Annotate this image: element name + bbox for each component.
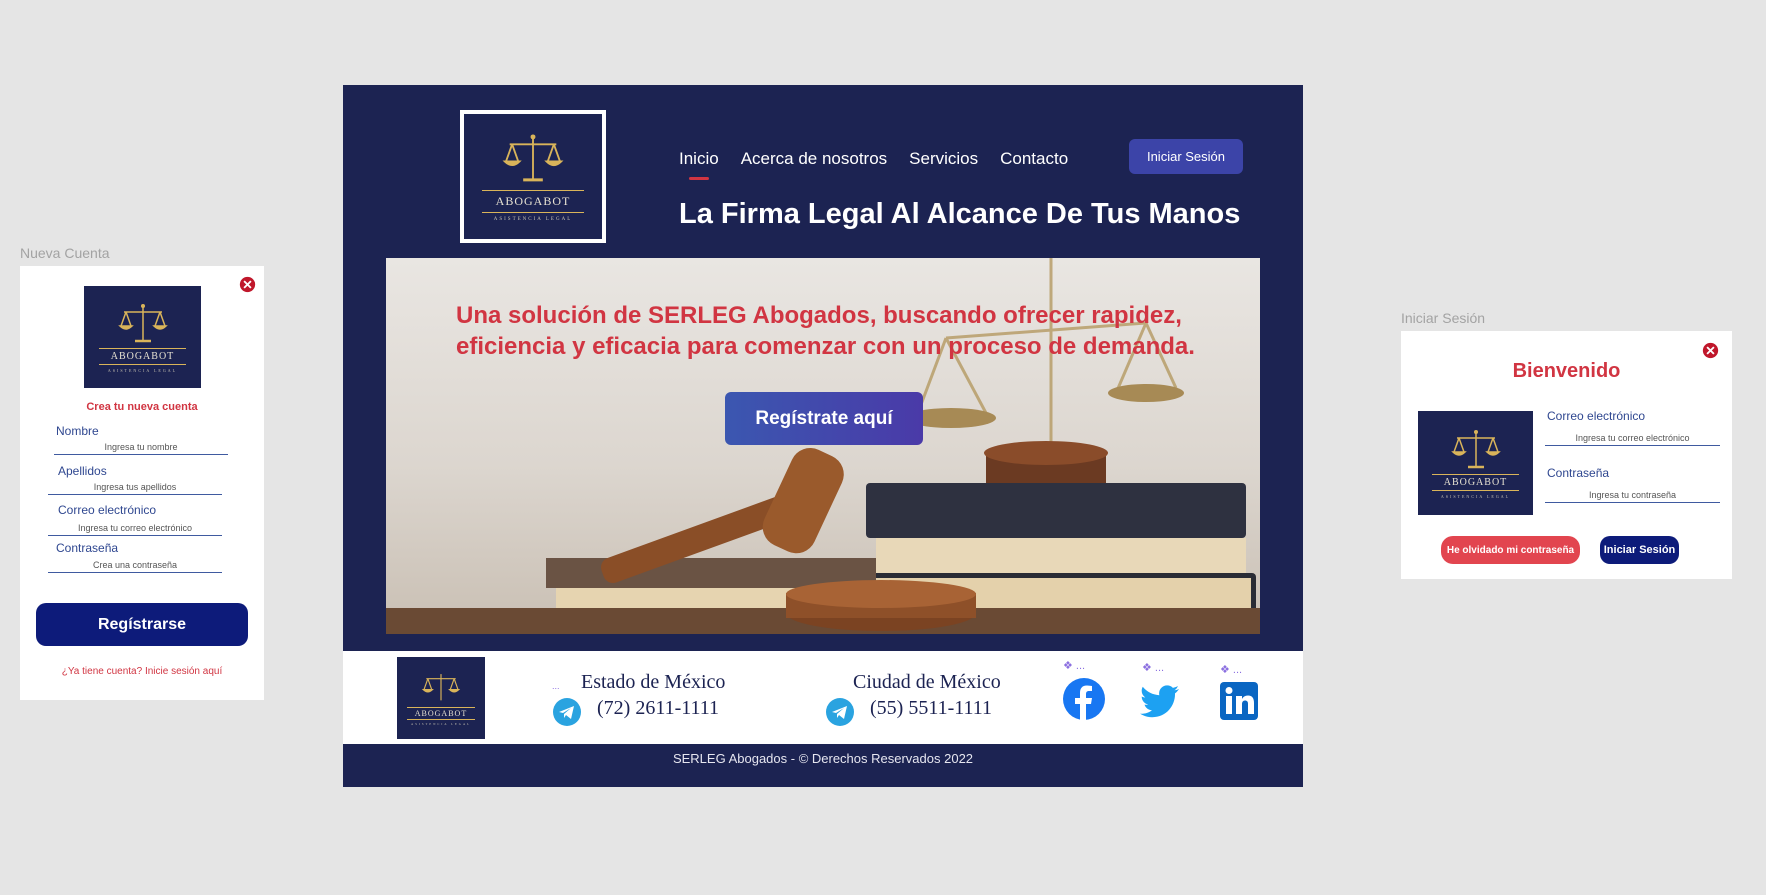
- location-estado-mexico: Estado de México: [581, 671, 726, 693]
- header-login-button[interactable]: Iniciar Sesión: [1129, 139, 1243, 174]
- scales-icon: [117, 303, 168, 342]
- surname-field[interactable]: [48, 479, 222, 495]
- logo-subtitle: ASISTENCIA LEGAL: [493, 216, 573, 222]
- nav-item-contacto[interactable]: Contacto: [1000, 149, 1068, 169]
- component-marker: ❖ ...: [1142, 662, 1165, 674]
- password-label: Contraseña: [56, 541, 119, 555]
- copyright: SERLEG Abogados - © Derechos Reservados …: [672, 751, 974, 766]
- telegram-icon: [826, 698, 854, 726]
- logo: ABOGABOT ASISTENCIA LEGAL: [84, 286, 201, 388]
- close-icon[interactable]: [1702, 342, 1719, 359]
- facebook-icon[interactable]: [1062, 677, 1106, 721]
- logo-subtitle: ASISTENCIA LEGAL: [107, 367, 178, 373]
- password-field[interactable]: [48, 557, 222, 573]
- frame-label-signup: Nueva Cuenta: [20, 245, 110, 261]
- twitter-icon[interactable]: [1139, 679, 1183, 723]
- scales-icon: [1450, 429, 1501, 468]
- logo-subtitle: ASISTENCIA LEGAL: [1440, 493, 1511, 499]
- name-field[interactable]: [54, 439, 228, 455]
- login-link[interactable]: ¿Ya tiene cuenta? Inicie sesión aquí: [20, 666, 264, 677]
- footer-contact: ABOGABOT ASISTENCIA LEGAL Estado de Méxi…: [343, 651, 1303, 744]
- email-field[interactable]: [48, 520, 222, 536]
- login-button[interactable]: Iniciar Sesión: [1600, 536, 1679, 564]
- nav-item-acerca[interactable]: Acerca de nosotros: [741, 149, 887, 169]
- phone-ciudad-mexico: (55) 5511-1111: [870, 697, 993, 719]
- forgot-password-button[interactable]: He olvidado mi contraseña: [1441, 536, 1580, 564]
- email-field[interactable]: [1545, 430, 1720, 446]
- email-label: Correo electrónico: [58, 503, 157, 517]
- scales-icon: [421, 673, 461, 700]
- telegram-icon: [553, 698, 581, 726]
- component-marker: ...: [552, 681, 560, 691]
- password-field[interactable]: [1545, 487, 1720, 503]
- login-panel: Bienvenido ABOGABOT ASISTENCIA LEGAL Cor…: [1401, 331, 1732, 579]
- website-mockup: ABOGABOT ASISTENCIA LEGAL Inicio Acerca …: [343, 85, 1303, 787]
- logo-name: ABOGABOT: [98, 347, 187, 365]
- hero-text: Una solución de SERLEG Abogados, buscand…: [456, 302, 1195, 360]
- signup-heading: Crea tu nueva cuenta: [86, 401, 198, 413]
- header-logo[interactable]: ABOGABOT ASISTENCIA LEGAL: [460, 110, 606, 243]
- logo-name: ABOGABOT: [481, 189, 585, 213]
- name-label: Nombre: [56, 424, 99, 438]
- login-title: Bienvenido: [1512, 360, 1621, 382]
- frame-label-login: Iniciar Sesión: [1401, 310, 1486, 326]
- logo: ABOGABOT ASISTENCIA LEGAL: [464, 114, 602, 239]
- email-label: Correo electrónico: [1547, 409, 1646, 423]
- tagline: La Firma Legal Al Alcance De Tus Manos: [679, 198, 1241, 230]
- logo: ABOGABOT ASISTENCIA LEGAL: [1418, 411, 1533, 515]
- component-marker: ❖ ...: [1063, 660, 1086, 672]
- signup-panel: ABOGABOT ASISTENCIA LEGAL Crea tu nueva …: [20, 266, 264, 700]
- phone-estado-mexico: (72) 2611-1111: [597, 697, 720, 719]
- main-nav: Inicio Acerca de nosotros Servicios Cont…: [679, 149, 1068, 180]
- nav-item-servicios[interactable]: Servicios: [909, 149, 978, 169]
- footer-logo: ABOGABOT ASISTENCIA LEGAL: [397, 657, 485, 739]
- component-marker: ❖ ...: [1220, 664, 1243, 676]
- hero-banner: Una solución de SERLEG Abogados, buscand…: [386, 258, 1260, 634]
- close-icon[interactable]: [239, 276, 256, 293]
- hero-register-button[interactable]: Regístrate aquí: [725, 392, 923, 445]
- register-button[interactable]: Regístrarse: [36, 603, 248, 646]
- logo-name: ABOGABOT: [1431, 473, 1520, 491]
- password-label: Contraseña: [1547, 466, 1610, 480]
- logo-name: ABOGABOT: [406, 706, 476, 720]
- logo-subtitle: ASISTENCIA LEGAL: [411, 721, 471, 726]
- scales-icon: [502, 133, 564, 181]
- linkedin-icon[interactable]: [1218, 680, 1262, 724]
- surname-label: Apellidos: [58, 464, 107, 478]
- nav-item-inicio[interactable]: Inicio: [679, 149, 719, 180]
- location-ciudad-mexico: Ciudad de México: [853, 671, 1001, 693]
